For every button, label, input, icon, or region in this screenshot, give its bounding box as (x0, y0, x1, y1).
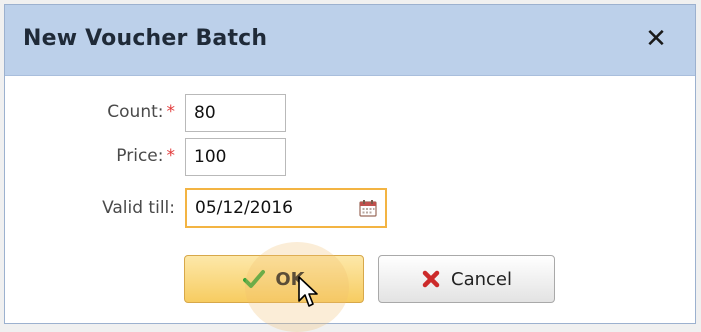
cancel-button[interactable]: Cancel (378, 255, 555, 303)
count-label-text: Count: (107, 102, 164, 122)
count-label: Count: * (5, 102, 175, 122)
cancel-label: Cancel (451, 268, 512, 290)
price-row: Price: * (5, 135, 405, 179)
price-required-mark: * (166, 146, 176, 166)
valid-till-label-text: Valid till: (102, 198, 175, 218)
count-required-mark: * (166, 102, 176, 122)
valid-till-label: Valid till: (5, 198, 175, 218)
valid-till-field[interactable] (185, 188, 387, 228)
ok-label: OK (275, 268, 305, 290)
close-icon: ✕ (645, 24, 667, 54)
valid-till-input[interactable] (187, 190, 385, 226)
x-icon (422, 270, 440, 288)
price-label-text: Price: (116, 146, 164, 166)
valid-till-row: Valid till: (5, 187, 405, 231)
price-input[interactable] (186, 139, 285, 175)
count-row: Count: * (5, 91, 405, 135)
new-voucher-batch-dialog: New Voucher Batch ✕ Count:* Price:* Vali… (4, 4, 696, 332)
cancel-button-content: Cancel (379, 256, 554, 302)
ok-button[interactable]: OK (184, 255, 364, 303)
calendar-icon[interactable] (359, 199, 377, 217)
count-input[interactable] (186, 95, 285, 131)
count-field[interactable] (185, 94, 286, 132)
dialog-title: New Voucher Batch (23, 26, 268, 51)
price-field[interactable] (185, 138, 286, 176)
checkmark-icon (243, 270, 266, 288)
price-label: Price: * (5, 146, 175, 166)
ok-button-content: OK (185, 256, 363, 302)
close-button[interactable]: ✕ (641, 21, 671, 57)
dialog-titlebar: New Voucher Batch ✕ (5, 5, 695, 76)
